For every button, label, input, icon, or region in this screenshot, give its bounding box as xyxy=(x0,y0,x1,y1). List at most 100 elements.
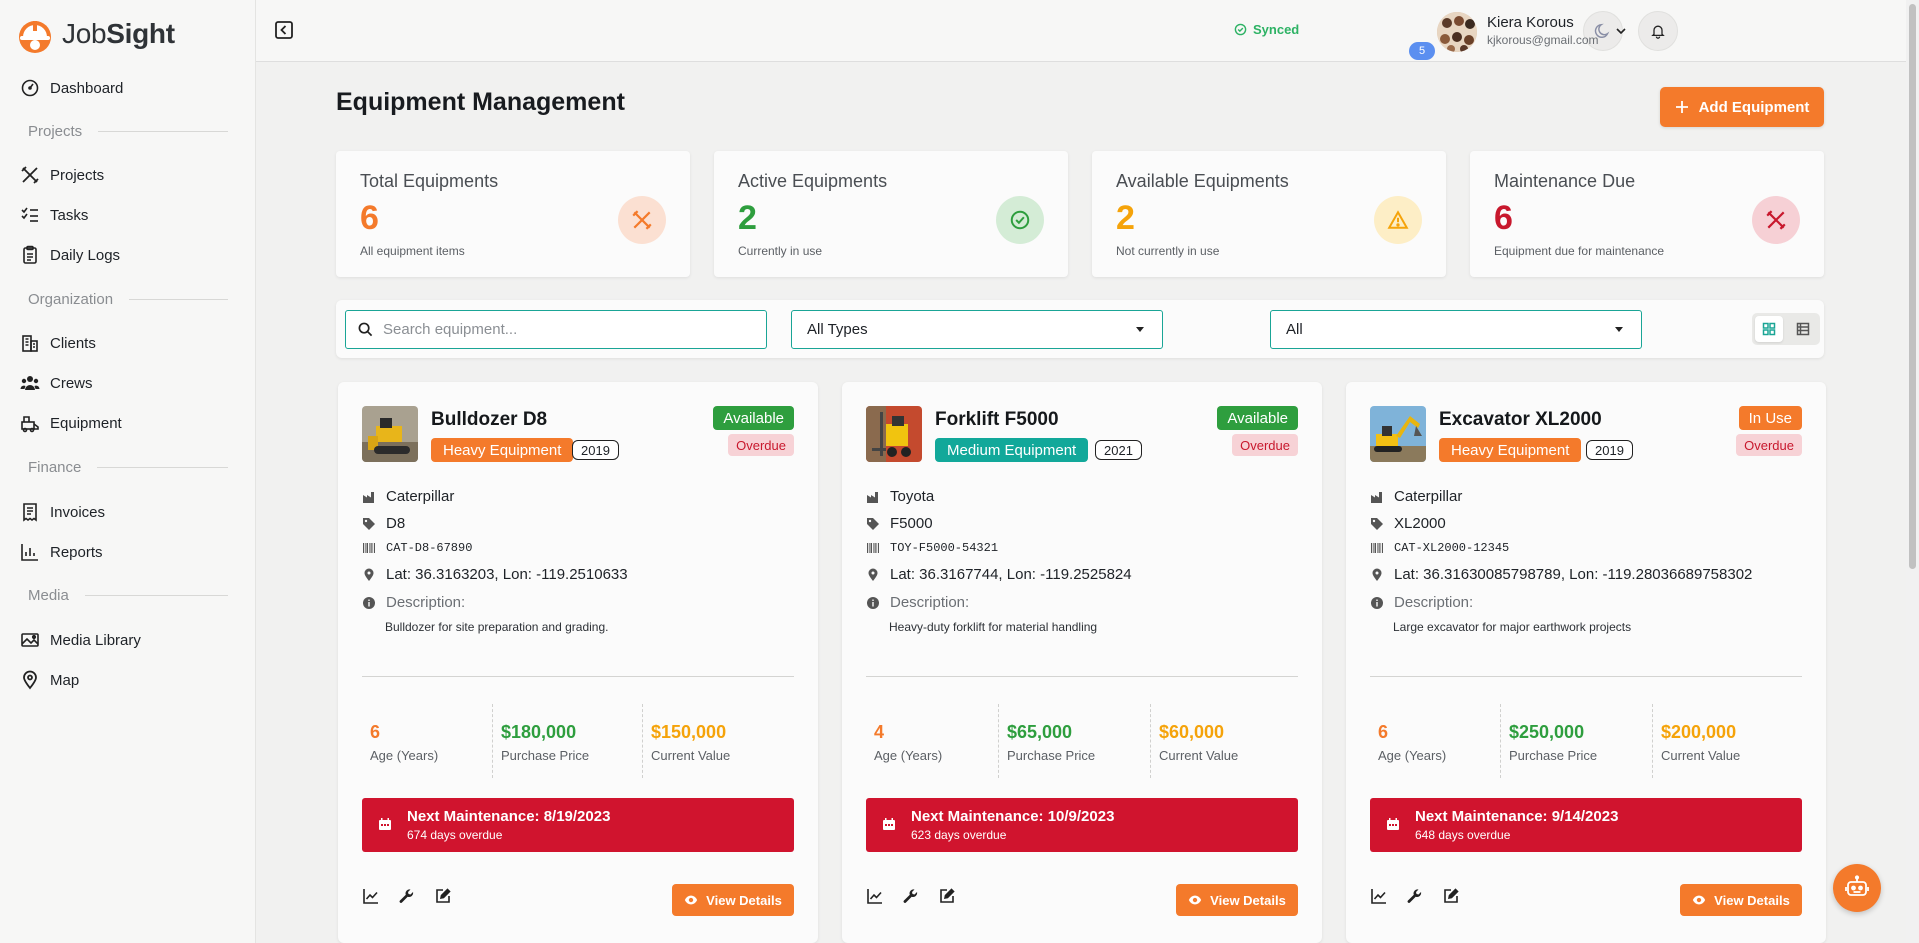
sidebar-item-label: Tasks xyxy=(50,206,89,224)
stat-card-active: Active Equipments 2 Currently in use xyxy=(714,151,1068,277)
sidebar-collapse-icon[interactable] xyxy=(274,20,294,40)
sidebar-item-daily-logs[interactable]: Daily Logs xyxy=(20,241,120,269)
sidebar-section-finance: Finance xyxy=(28,459,228,476)
model-row: XL2000 xyxy=(1370,515,1446,532)
sidebar-item-media-library[interactable]: Media Library xyxy=(20,626,141,654)
metric-label: Purchase Price xyxy=(1007,748,1096,763)
sidebar-item-crews[interactable]: Crews xyxy=(20,369,93,397)
clipboard-icon xyxy=(23,245,37,264)
edit-button[interactable] xyxy=(1442,887,1460,905)
chevron-down-icon[interactable] xyxy=(1614,24,1628,38)
list-view-button[interactable] xyxy=(1789,316,1817,342)
search-input[interactable] xyxy=(383,321,763,338)
app-logo[interactable]: JobSight xyxy=(14,12,175,56)
notifications-button[interactable] xyxy=(1638,11,1678,51)
bulldozer-image xyxy=(362,406,418,462)
assistant-chat-button[interactable] xyxy=(1833,864,1881,912)
sidebar-item-dashboard[interactable]: Dashboard xyxy=(20,74,123,102)
caret-down-icon xyxy=(1615,327,1623,332)
metric-value: $60,000 xyxy=(1159,722,1225,742)
type-filter-select[interactable]: All Types xyxy=(791,310,1163,349)
gauge-icon xyxy=(21,79,39,97)
equipment-year-badge: 2019 xyxy=(572,440,619,460)
metric-label: Age (Years) xyxy=(370,748,439,763)
edit-button[interactable] xyxy=(938,887,956,905)
view-details-button[interactable]: View Details xyxy=(672,884,794,916)
equipment-name[interactable]: Forklift F5000 xyxy=(935,409,1059,431)
analytics-button[interactable] xyxy=(362,887,380,905)
eye-icon xyxy=(1693,895,1706,905)
bell-icon xyxy=(1651,25,1665,39)
equipment-type-badge: Heavy Equipment xyxy=(1439,438,1582,462)
sidebar-section-organization: Organization xyxy=(28,291,228,308)
metric-current-value: $200,000 Current Value xyxy=(1652,704,1802,778)
images-icon xyxy=(21,633,39,647)
status-filter-select[interactable]: All xyxy=(1270,310,1642,349)
equipment-year-badge: 2019 xyxy=(1586,440,1633,460)
metric-value: $250,000 xyxy=(1509,722,1585,742)
wrench-icon xyxy=(903,889,918,903)
stat-label: Active Equipments xyxy=(738,171,888,191)
stat-card-total: Total Equipments 6 All equipment items xyxy=(336,151,690,277)
description-label: Description: xyxy=(386,594,466,611)
manufacturer-value: Caterpillar xyxy=(386,488,455,505)
map-pin-icon xyxy=(1372,568,1382,581)
equipment-thumbnail xyxy=(362,406,418,462)
page-scrollbar[interactable] xyxy=(1906,0,1919,943)
metric-value: 6 xyxy=(1378,722,1389,742)
stat-card-available: Available Equipments 2 Not currently in … xyxy=(1092,151,1446,277)
model-row: F5000 xyxy=(866,515,933,532)
sidebar-item-equipment[interactable]: Equipment xyxy=(20,409,122,437)
view-details-button[interactable]: View Details xyxy=(1176,884,1298,916)
view-details-button[interactable]: View Details xyxy=(1680,884,1802,916)
type-filter-value: All Types xyxy=(807,321,868,338)
stat-card-maintenance: Maintenance Due 6 Equipment due for main… xyxy=(1470,151,1824,277)
user-name[interactable]: Kiera Korous xyxy=(1487,14,1574,31)
location-value: Lat: 36.3163203, Lon: -119.2510633 xyxy=(386,566,628,583)
maintenance-button[interactable] xyxy=(1406,887,1424,905)
sidebar-item-reports[interactable]: Reports xyxy=(20,538,103,566)
metric-value: $150,000 xyxy=(651,722,727,742)
stat-value: 6 xyxy=(1494,199,1513,237)
list-icon xyxy=(1796,322,1810,336)
add-equipment-button[interactable]: Add Equipment xyxy=(1660,87,1824,127)
sidebar-item-invoices[interactable]: Invoices xyxy=(20,498,105,526)
maintenance-button[interactable] xyxy=(902,887,920,905)
sidebar-item-map[interactable]: Map xyxy=(20,666,79,694)
maintenance-button[interactable] xyxy=(398,887,416,905)
metric-label: Purchase Price xyxy=(1509,748,1598,763)
serial-row: CAT-D8-67890 xyxy=(362,541,472,555)
divider xyxy=(866,676,1298,677)
search-field[interactable] xyxy=(345,310,767,349)
description-row: Description: xyxy=(866,594,969,611)
serial-value: CAT-XL2000-12345 xyxy=(1394,541,1510,555)
stat-value: 6 xyxy=(360,199,379,237)
analytics-button[interactable] xyxy=(1370,887,1388,905)
edit-button[interactable] xyxy=(434,887,452,905)
sidebar-item-clients[interactable]: Clients xyxy=(20,329,96,357)
status-badge: Available xyxy=(713,406,794,430)
user-avatar-image xyxy=(1437,12,1477,52)
map-pin-icon xyxy=(868,568,878,581)
avatar[interactable] xyxy=(1437,12,1477,52)
overdue-badge: Overdue xyxy=(728,434,794,456)
equipment-year-badge: 2021 xyxy=(1095,440,1142,460)
manufacturer-value: Caterpillar xyxy=(1394,488,1463,505)
scrollbar-thumb[interactable] xyxy=(1909,4,1916,569)
grid-view-button[interactable] xyxy=(1755,316,1783,342)
sidebar-item-tasks[interactable]: Tasks xyxy=(20,201,88,229)
wrench-icon xyxy=(1407,889,1422,903)
line-chart-icon xyxy=(867,889,882,904)
stat-subtext: All equipment items xyxy=(360,244,465,258)
analytics-button[interactable] xyxy=(866,887,884,905)
maintenance-overdue-days: 648 days overdue xyxy=(1415,828,1511,842)
equipment-type-badge: Medium Equipment xyxy=(935,438,1089,462)
sidebar-item-projects[interactable]: Projects xyxy=(20,161,104,189)
edit-icon xyxy=(436,888,451,903)
metric-age: 6 Age (Years) xyxy=(362,704,492,778)
equipment-name[interactable]: Excavator XL2000 xyxy=(1439,409,1602,431)
equipment-name[interactable]: Bulldozer D8 xyxy=(431,409,547,431)
barcode-icon xyxy=(363,543,375,553)
equipment-card: Bulldozer D8 Heavy Equipment 2019 Availa… xyxy=(338,382,818,943)
edit-icon xyxy=(940,888,955,903)
